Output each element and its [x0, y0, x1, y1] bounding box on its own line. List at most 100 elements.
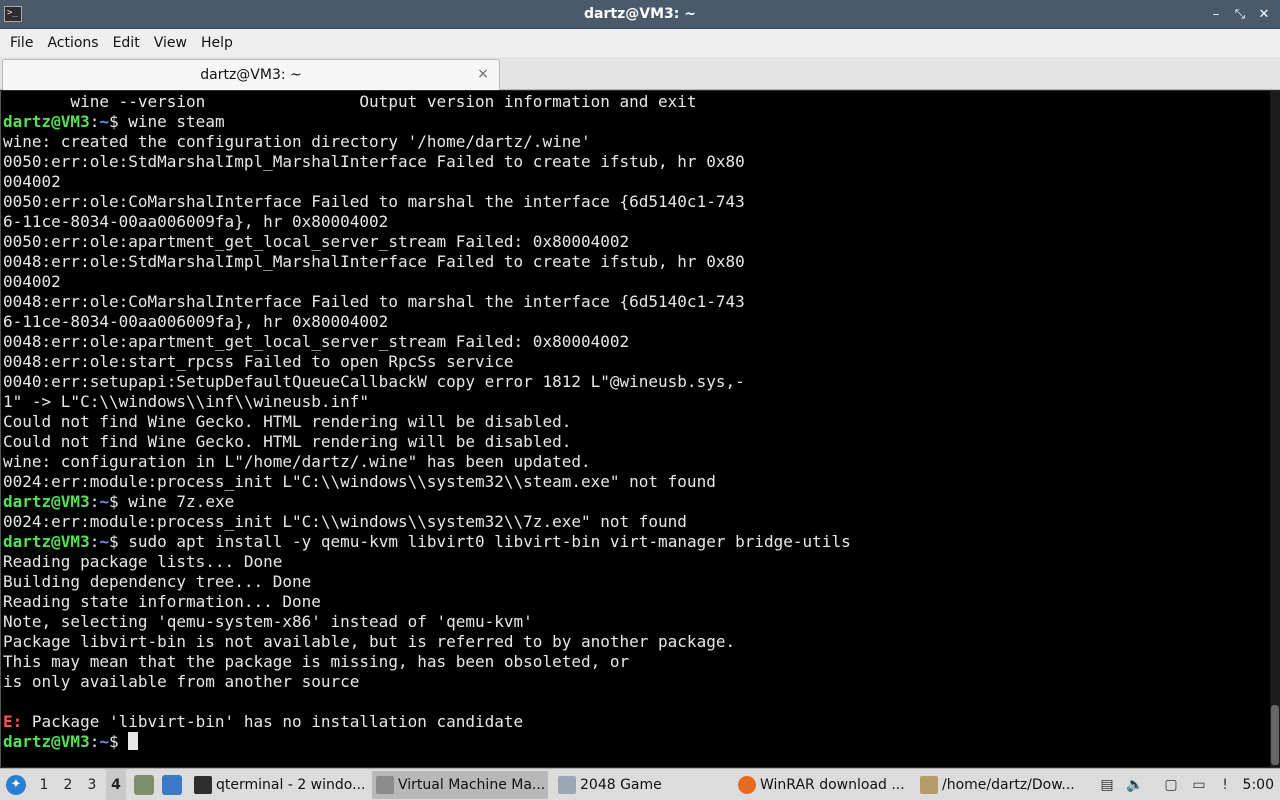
- task-firefox[interactable]: WinRAR download ...: [734, 771, 912, 799]
- task-qterminal[interactable]: qterminal - 2 windo...: [190, 771, 368, 799]
- command-text: $ wine steam: [108, 112, 225, 131]
- task-label: Virtual Machine Ma...: [398, 777, 546, 793]
- firefox-icon: [738, 776, 756, 794]
- terminal-output-line: Reading state information... Done: [3, 592, 321, 611]
- terminal-output-line: Could not find Wine Gecko. HTML renderin…: [3, 412, 572, 431]
- terminal-output-line: Building dependency tree... Done: [3, 572, 312, 591]
- terminal-output-line: 0048:err:ole:start_rpcss Failed to open …: [3, 352, 514, 371]
- workspace-1[interactable]: 1: [34, 769, 54, 800]
- terminal-output-line: 004002: [3, 172, 61, 191]
- workspace-4[interactable]: 4: [106, 769, 126, 800]
- terminal-output-line: 0048:err:ole:StdMarshalImpl_MarshalInter…: [3, 252, 745, 271]
- prompt-user: dartz@VM3: [3, 112, 90, 131]
- terminal-output-line: is only available from another source: [3, 672, 360, 691]
- prompt-user: dartz@VM3: [3, 492, 90, 511]
- terminal-output-line: 0048:err:ole:apartment_get_local_server_…: [3, 332, 630, 351]
- task-2048-game[interactable]: 2048 Game: [554, 771, 728, 799]
- command-text: $ wine 7z.exe: [108, 492, 235, 511]
- menu-help[interactable]: Help: [194, 29, 240, 57]
- prompt-separator: :: [89, 732, 100, 751]
- prompt-separator: :: [89, 492, 100, 511]
- error-text: Package 'libvirt-bin' has no installatio…: [22, 712, 524, 731]
- taskbar: ✦ 1 2 3 4 qterminal - 2 windo... Virtual…: [0, 768, 1280, 800]
- terminal-output-line: Package libvirt-bin is not available, bu…: [3, 632, 736, 651]
- terminal-output-line: Note, selecting 'qemu-system-x86' instea…: [3, 612, 533, 631]
- terminal-output-line: 0024:err:module:process_init L"C:\\windo…: [3, 472, 716, 491]
- command-text: $: [108, 732, 129, 751]
- prompt-separator: :: [89, 112, 100, 131]
- menu-view[interactable]: View: [147, 29, 194, 57]
- minimize-button[interactable]: –: [1208, 7, 1224, 23]
- maximize-button[interactable]: ⤡: [1232, 7, 1248, 23]
- terminal-output-line: 1" -> L"C:\\windows\\inf\\wineusb.inf": [3, 392, 370, 411]
- terminal-output-line: 004002: [3, 272, 61, 291]
- archive-icon: [920, 776, 938, 794]
- terminal-lines: wine --version Output version informatio…: [3, 92, 1269, 752]
- terminal-output-line: wine: configuration in L"/home/dartz/.wi…: [3, 452, 591, 471]
- tab-label: dartz@VM3: ~: [200, 67, 302, 83]
- terminal-output-line: 0024:err:module:process_init L"C:\\windo…: [3, 512, 687, 531]
- clipboard-icon[interactable]: ▤: [1098, 776, 1116, 794]
- file-manager-launcher-icon[interactable]: [134, 775, 154, 795]
- prompt-path: ~: [99, 532, 109, 551]
- terminal-output-line: Reading package lists... Done: [3, 552, 283, 571]
- terminal-cursor: [128, 732, 139, 750]
- menu-actions[interactable]: Actions: [40, 29, 105, 57]
- notes-icon[interactable]: ▢: [1162, 776, 1180, 794]
- show-desktop-icon[interactable]: [162, 775, 182, 795]
- terminal-output-line: 0048:err:ole:CoMarshalInterface Failed t…: [3, 292, 745, 311]
- window-icon: [558, 776, 576, 794]
- terminal-icon: [194, 776, 212, 794]
- prompt-user: dartz@VM3: [3, 532, 90, 551]
- error-prefix: E:: [3, 712, 23, 731]
- start-menu-icon[interactable]: ✦: [6, 775, 26, 795]
- task-label: /home/dartz/Dow...: [942, 777, 1075, 793]
- terminal-output-line: 6-11ce-8034-00aa006009fa}, hr 0x80004002: [3, 212, 389, 231]
- volume-icon[interactable]: 🔈: [1126, 776, 1144, 794]
- prompt-path: ~: [99, 112, 109, 131]
- tab-close-icon[interactable]: ×: [475, 66, 491, 82]
- terminal-output-line: 0040:err:setupapi:SetupDefaultQueueCallb…: [3, 372, 745, 391]
- task-label: 2048 Game: [580, 777, 662, 793]
- terminal-output-line: 0050:err:ole:StdMarshalImpl_MarshalInter…: [3, 152, 745, 171]
- task-archive[interactable]: /home/dartz/Dow...: [916, 771, 1090, 799]
- terminal-command-line: dartz@VM3:~$ wine steam: [3, 112, 1269, 132]
- scrollbar-thumb[interactable]: [1271, 705, 1279, 765]
- workspace-3[interactable]: 3: [82, 769, 102, 800]
- prompt-path: ~: [99, 732, 109, 751]
- terminal-command-line: dartz@VM3:~$: [3, 732, 1269, 752]
- terminal-command-line: dartz@VM3:~$ wine 7z.exe: [3, 492, 1269, 512]
- terminal-output-line: This may mean that the package is missin…: [3, 652, 630, 671]
- prompt-path: ~: [99, 492, 109, 511]
- close-button[interactable]: ✕: [1256, 7, 1272, 23]
- task-virt-manager[interactable]: Virtual Machine Ma...: [372, 771, 548, 799]
- clock[interactable]: 5:00: [1243, 769, 1274, 800]
- terminal-error-line: E: Package 'libvirt-bin' has no installa…: [3, 712, 1269, 732]
- terminal-output-line: Could not find Wine Gecko. HTML renderin…: [3, 432, 572, 451]
- menu-bar: File Actions Edit View Help: [0, 29, 1280, 57]
- terminal-output-line: wine --version Output version informatio…: [3, 92, 697, 111]
- terminal-output-line: 6-11ce-8034-00aa006009fa}, hr 0x80004002: [3, 312, 389, 331]
- command-text: $ sudo apt install -y qemu-kvm libvirt0 …: [108, 532, 851, 551]
- terminal-output-line: wine: created the configuration director…: [3, 132, 591, 151]
- workspace-2[interactable]: 2: [58, 769, 78, 800]
- tab-bar: dartz@VM3: ~ ×: [0, 57, 1280, 90]
- menu-edit[interactable]: Edit: [106, 29, 147, 57]
- task-label: WinRAR download ...: [760, 777, 905, 793]
- prompt-separator: :: [89, 532, 100, 551]
- window-titlebar[interactable]: >_ dartz@VM3: ~ – ⤡ ✕: [0, 0, 1280, 29]
- terminal-output[interactable]: wine --version Output version informatio…: [0, 91, 1280, 767]
- display-icon[interactable]: ▭: [1190, 776, 1208, 794]
- tab-terminal[interactable]: dartz@VM3: ~ ×: [2, 59, 500, 90]
- prompt-user: dartz@VM3: [3, 732, 90, 751]
- terminal-command-line: dartz@VM3:~$ sudo apt install -y qemu-kv…: [3, 532, 1269, 552]
- task-label: qterminal - 2 windo...: [216, 777, 366, 793]
- terminal-output-line: 0050:err:ole:CoMarshalInterface Failed t…: [3, 192, 745, 211]
- terminal-output-line: 0050:err:ole:apartment_get_local_server_…: [3, 232, 630, 251]
- menu-file[interactable]: File: [3, 29, 40, 57]
- window-title: dartz@VM3: ~: [584, 6, 696, 22]
- terminal-scrollbar[interactable]: [1270, 91, 1280, 767]
- virt-manager-icon: [376, 776, 394, 794]
- update-notifier-icon[interactable]: !: [1216, 776, 1234, 794]
